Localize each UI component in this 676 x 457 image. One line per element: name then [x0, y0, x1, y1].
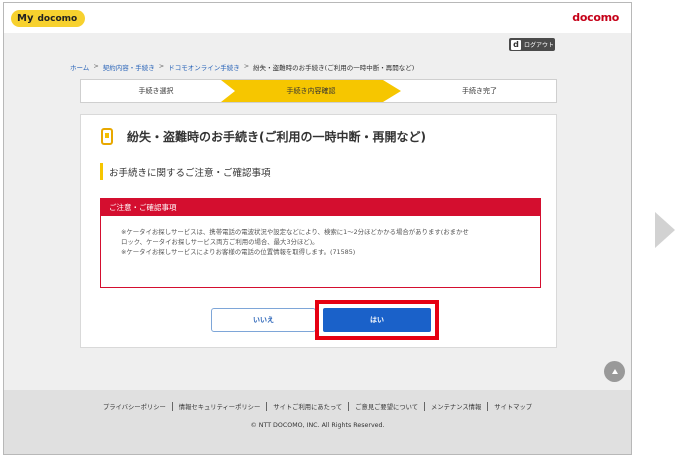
notice-line: ※ケータイお探しサービスによりお客様の電話の位置情報を取得します。(71585): [121, 248, 356, 256]
notice-box: ご注意・ご確認事項 ※ケータイお探しサービスは、携帯電話の電波状況や設定などによ…: [100, 198, 541, 288]
site-header: My docomo docomo: [4, 3, 631, 33]
logo-docomo-text: docomo: [37, 13, 78, 24]
step-label: 手続き内容確認: [286, 87, 336, 95]
progress-steps: 手続き選択 手続き内容確認 手続き完了: [80, 79, 557, 103]
step-confirm-active: 手続き内容確認: [221, 80, 401, 102]
breadcrumb-current: 紛失・盗難時のお手続き(ご利用の一時中断・再開など): [253, 64, 415, 72]
step-complete: 手続き完了: [401, 80, 558, 102]
breadcrumb-online-procedure[interactable]: ドコモオンライン手続き: [168, 62, 240, 72]
logout-label: ログアウト: [524, 42, 555, 49]
arrow-up-icon: [611, 369, 618, 374]
page-title: 紛失・盗難時のお手続き(ご利用の一時中断・再開など): [127, 130, 426, 144]
no-button[interactable]: いいえ: [211, 308, 316, 332]
site-footer: プライバシーポリシー 情報セキュリティーポリシー サイトご利用にあたって ご意見…: [4, 390, 631, 454]
logout-bar: d ログアウト: [4, 33, 631, 55]
breadcrumb: ホーム > 契約内容・手続き > ドコモオンライン手続き > 紛失・盗難時のお手…: [70, 62, 414, 72]
d-account-icon: d: [511, 39, 521, 50]
yes-button-highlight: はい: [315, 300, 439, 340]
footer-links: プライバシーポリシー 情報セキュリティーポリシー サイトご利用にあたって ご意見…: [4, 402, 631, 411]
my-docomo-logo[interactable]: My docomo: [11, 10, 86, 27]
logout-button[interactable]: d ログアウト: [509, 38, 555, 51]
section-heading: お手続きに関するご注意・ご確認事項: [100, 163, 271, 180]
breadcrumb-separator: >: [158, 62, 165, 70]
scroll-to-top-button[interactable]: [604, 361, 625, 382]
title-row: 紛失・盗難時のお手続き(ご利用の一時中断・再開など): [101, 128, 426, 145]
footer-link-maintenance[interactable]: メンテナンス情報: [424, 402, 487, 411]
step-select: 手続き選択: [81, 80, 231, 102]
notice-line: ※ケータイお探しサービスは、携帯電話の電波状況や設定などにより、検索に1〜2分ほ…: [121, 228, 469, 236]
yes-button[interactable]: はい: [323, 308, 431, 332]
footer-link-security[interactable]: 情報セキュリティーポリシー: [171, 402, 266, 411]
notice-heading: ご注意・ご確認事項: [101, 199, 540, 216]
breadcrumb-contract[interactable]: 契約内容・手続き: [103, 62, 155, 72]
notice-body: ※ケータイお探しサービスは、携帯電話の電波状況や設定などにより、検索に1〜2分ほ…: [101, 216, 540, 257]
button-row: いいえ はい: [209, 300, 439, 340]
breadcrumb-home[interactable]: ホーム: [70, 62, 89, 72]
notice-line: ロック、ケータイお探しサービス両方ご利用の場合、最大3分ほど)。: [121, 238, 319, 246]
browser-frame: My docomo docomo d ログアウト ホーム > 契約内容・手続き …: [3, 2, 632, 455]
copyright: © NTT DOCOMO, INC. All Rights Reserved.: [250, 422, 385, 429]
main-card: 紛失・盗難時のお手続き(ご利用の一時中断・再開など) お手続きに関するご注意・ご…: [80, 114, 557, 348]
breadcrumb-separator: >: [243, 62, 250, 70]
footer-link-feedback[interactable]: ご意見ご要望について: [348, 402, 424, 411]
mobile-phone-icon: [101, 128, 113, 145]
footer-link-terms[interactable]: サイトご利用にあたって: [266, 402, 348, 411]
breadcrumb-separator: >: [93, 62, 99, 70]
next-step-arrow-icon: [655, 212, 675, 248]
footer-link-privacy[interactable]: プライバシーポリシー: [97, 402, 172, 411]
step-label: 手続き完了: [462, 87, 497, 95]
step-label: 手続き選択: [138, 87, 174, 95]
docomo-brand-logo[interactable]: docomo: [572, 11, 619, 24]
footer-link-sitemap[interactable]: サイトマップ: [487, 402, 538, 411]
logo-my-text: My: [17, 13, 34, 24]
